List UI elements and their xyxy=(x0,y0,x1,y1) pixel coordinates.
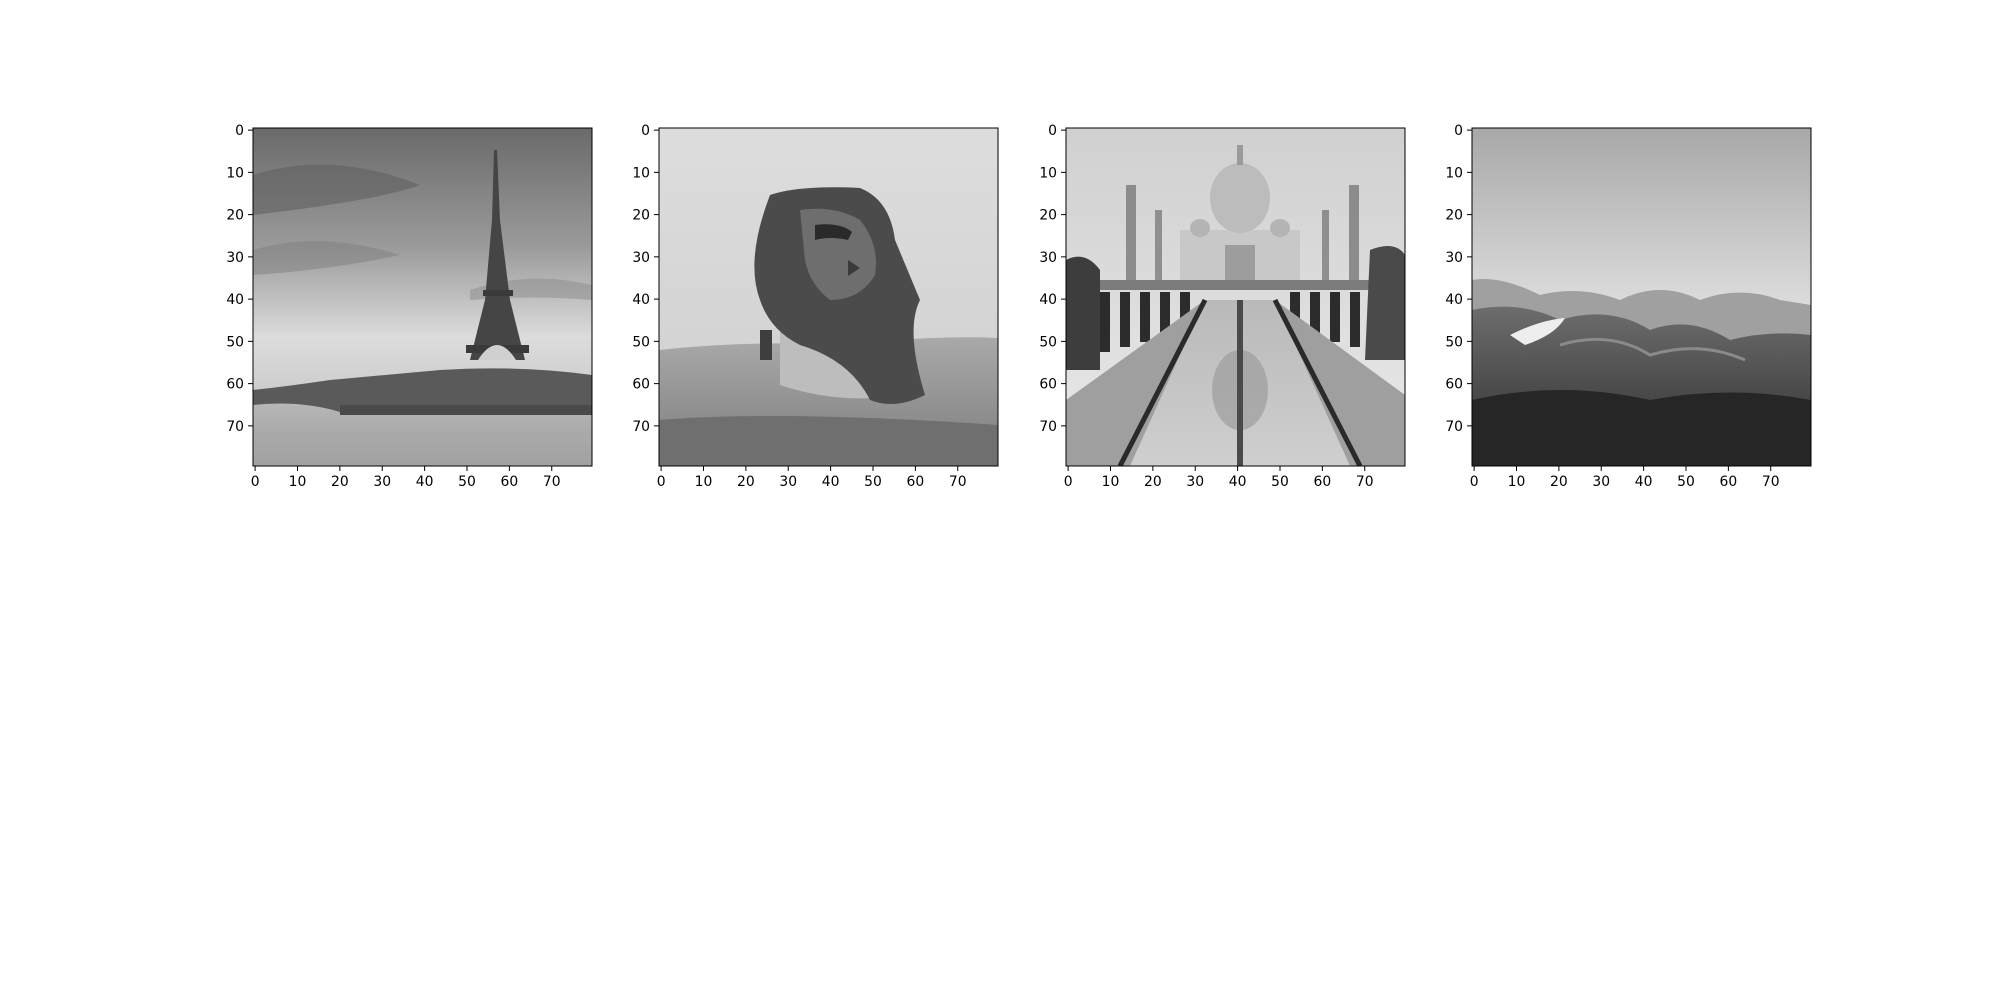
y-tick-label: 30 xyxy=(1039,250,1057,266)
y-ticks: 0 10 20 30 40 50 60 70 xyxy=(632,123,659,435)
y-tick-label: 70 xyxy=(1039,419,1057,435)
great-wall-photo xyxy=(1472,128,1811,466)
x-tick-label: 20 xyxy=(1550,474,1568,490)
x-tick-label: 70 xyxy=(1356,474,1374,490)
y-tick-label: 20 xyxy=(632,208,650,224)
x-tick-label: 70 xyxy=(949,474,967,490)
y-ticks: 0 10 20 30 40 50 60 70 xyxy=(1445,123,1472,435)
x-tick-label: 40 xyxy=(1635,474,1653,490)
x-tick-label: 50 xyxy=(458,474,476,490)
figure: 0 10 20 30 40 50 60 70 0 10 20 30 40 50 60 70 0 10 20 30 4… xyxy=(226,123,1812,490)
y-tick-label: 60 xyxy=(1445,377,1463,393)
y-tick-label: 40 xyxy=(226,292,244,308)
y-tick-label: 30 xyxy=(226,250,244,266)
x-tick-label: 40 xyxy=(822,474,840,490)
x-tick-label: 20 xyxy=(1144,474,1162,490)
y-tick-label: 50 xyxy=(1445,334,1463,350)
x-tick-label: 20 xyxy=(737,474,755,490)
y-tick-label: 60 xyxy=(1039,377,1057,393)
x-ticks: 0 10 20 30 40 50 60 70 xyxy=(1470,466,1780,490)
x-tick-label: 10 xyxy=(289,474,307,490)
x-tick-label: 30 xyxy=(1592,474,1610,490)
x-tick-label: 40 xyxy=(416,474,434,490)
x-tick-label: 20 xyxy=(331,474,349,490)
y-tick-label: 20 xyxy=(226,208,244,224)
y-tick-label: 10 xyxy=(632,165,650,181)
x-tick-label: 0 xyxy=(1064,474,1073,490)
y-tick-label: 10 xyxy=(226,165,244,181)
y-tick-label: 10 xyxy=(1039,165,1057,181)
y-tick-label: 30 xyxy=(632,250,650,266)
y-tick-label: 50 xyxy=(226,334,244,350)
x-ticks: 0 10 20 30 40 50 60 70 xyxy=(251,466,561,490)
y-tick-label: 0 xyxy=(1048,123,1057,139)
x-tick-label: 60 xyxy=(1720,474,1738,490)
y-tick-label: 70 xyxy=(226,419,244,435)
eiffel-photo xyxy=(253,128,592,466)
image-panel-sphinx: 0 10 20 30 40 50 60 70 0 10 20 30 40 50 60 70 xyxy=(632,123,999,490)
x-tick-label: 30 xyxy=(1186,474,1204,490)
x-tick-label: 50 xyxy=(1677,474,1695,490)
y-tick-label: 0 xyxy=(1454,123,1463,139)
x-tick-label: 50 xyxy=(864,474,882,490)
image-panel-taj-mahal: 0 10 20 30 40 50 60 70 0 10 20 30 40 50 60 70 xyxy=(1039,123,1406,490)
x-tick-label: 10 xyxy=(1508,474,1526,490)
x-ticks: 0 10 20 30 40 50 60 70 xyxy=(657,466,967,490)
x-tick-label: 70 xyxy=(543,474,561,490)
image-panel-great-wall: 0 10 20 30 40 50 60 70 0 10 20 30 40 50 60 70 xyxy=(1445,123,1812,490)
x-tick-label: 10 xyxy=(1102,474,1120,490)
y-tick-label: 70 xyxy=(1445,419,1463,435)
y-tick-label: 10 xyxy=(1445,165,1463,181)
y-tick-label: 60 xyxy=(226,377,244,393)
y-tick-label: 30 xyxy=(1445,250,1463,266)
x-tick-label: 60 xyxy=(907,474,925,490)
y-ticks: 0 10 20 30 40 50 60 70 xyxy=(226,123,253,435)
y-tick-label: 40 xyxy=(632,292,650,308)
y-tick-label: 40 xyxy=(1445,292,1463,308)
y-tick-label: 0 xyxy=(641,123,650,139)
x-tick-label: 60 xyxy=(501,474,519,490)
x-tick-label: 60 xyxy=(1314,474,1332,490)
y-tick-label: 20 xyxy=(1445,208,1463,224)
x-tick-label: 40 xyxy=(1229,474,1247,490)
x-tick-label: 50 xyxy=(1271,474,1289,490)
x-tick-label: 70 xyxy=(1762,474,1780,490)
x-tick-label: 30 xyxy=(373,474,391,490)
y-tick-label: 0 xyxy=(235,123,244,139)
y-tick-label: 70 xyxy=(632,419,650,435)
x-tick-label: 0 xyxy=(251,474,260,490)
x-tick-label: 0 xyxy=(657,474,666,490)
y-tick-label: 60 xyxy=(632,377,650,393)
x-tick-label: 0 xyxy=(1470,474,1479,490)
y-ticks: 0 10 20 30 40 50 60 70 xyxy=(1039,123,1066,435)
x-tick-label: 10 xyxy=(695,474,713,490)
taj-mahal-photo xyxy=(1066,128,1405,466)
y-tick-label: 50 xyxy=(632,334,650,350)
y-tick-label: 40 xyxy=(1039,292,1057,308)
x-tick-label: 30 xyxy=(779,474,797,490)
image-panel-eiffel: 0 10 20 30 40 50 60 70 0 10 20 30 40 50 60 70 xyxy=(226,123,593,490)
x-ticks: 0 10 20 30 40 50 60 70 xyxy=(1064,466,1374,490)
y-tick-label: 50 xyxy=(1039,334,1057,350)
sphinx-photo xyxy=(659,128,998,466)
y-tick-label: 20 xyxy=(1039,208,1057,224)
